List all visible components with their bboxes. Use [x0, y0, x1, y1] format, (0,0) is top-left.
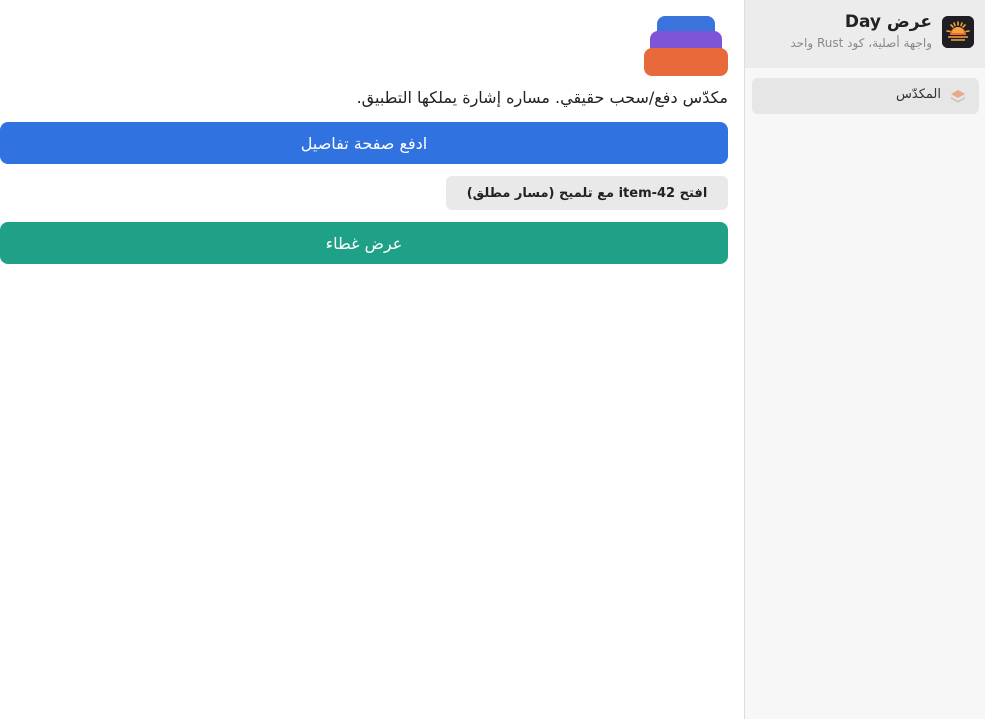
push-details-page-button[interactable]: ادفع صفحة تفاصيل: [0, 122, 728, 164]
main-content: مكدّس دفع/سحب حقيقي. مساره إشارة يملكها …: [0, 0, 744, 719]
app-subtitle: واجهة أصلية، كود Rust واحد: [790, 36, 932, 50]
open-item-42-button[interactable]: افتح item-42 مع تلميح (مسار مطلق): [446, 176, 728, 210]
app-title: عرض Day: [844, 12, 932, 32]
stack-layers-icon: [644, 16, 728, 76]
sunrise-icon: [942, 16, 974, 48]
stack-description: مكدّس دفع/سحب حقيقي. مساره إشارة يملكها …: [356, 88, 728, 107]
sidebar: عرض Day واجهة أصلية، كود Rust واحد المكد…: [744, 0, 985, 719]
sidebar-item-stack[interactable]: المكدّس: [752, 78, 979, 114]
sidebar-item-label: المكدّس: [896, 87, 941, 102]
layers-icon: [949, 87, 967, 105]
app-window: مكدّس دفع/سحب حقيقي. مساره إشارة يملكها …: [0, 0, 985, 719]
show-sheet-button[interactable]: عرض غطاء: [0, 222, 728, 264]
sidebar-header: عرض Day واجهة أصلية، كود Rust واحد: [745, 0, 985, 68]
